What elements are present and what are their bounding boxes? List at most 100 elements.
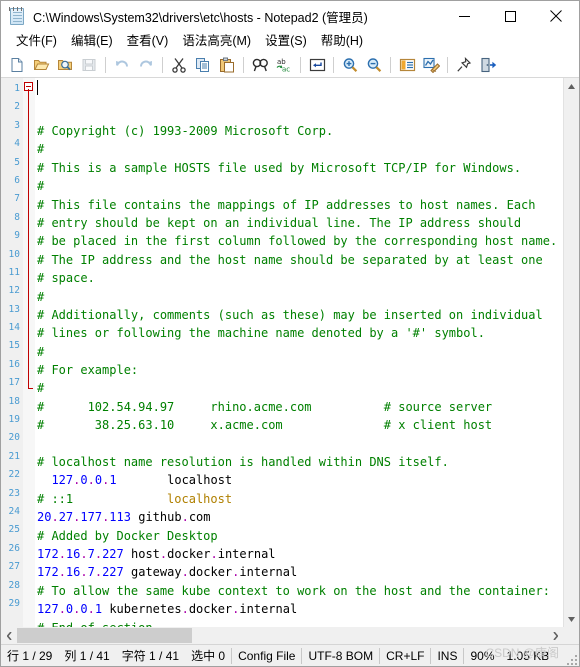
line-number: 3	[14, 119, 20, 131]
code-token-ip: 27	[58, 510, 74, 525]
menu-view[interactable]: 查看(V)	[120, 32, 176, 51]
fold-margin[interactable]	[23, 78, 35, 627]
vertical-scroll-track[interactable]	[564, 94, 579, 611]
code-line[interactable]: # This is a sample HOSTS file used by Mi…	[37, 159, 563, 177]
line-number: 13	[8, 303, 20, 315]
word-wrap-icon[interactable]	[305, 54, 329, 76]
code-line[interactable]: # This file contains the mappings of IP …	[37, 196, 563, 214]
code-token-dot: .	[210, 546, 218, 561]
file-browser-icon[interactable]	[53, 54, 77, 76]
window-controls	[441, 1, 579, 31]
code-line[interactable]: # End of section	[37, 619, 563, 627]
scroll-up-arrow[interactable]	[564, 78, 579, 94]
code-token-ip: 1	[94, 602, 103, 617]
paste-icon[interactable]	[215, 54, 239, 76]
code-line[interactable]: 172.16.7.227 gateway.docker.internal	[37, 563, 563, 581]
code-line[interactable]: #	[37, 343, 563, 361]
code-line[interactable]: 20.27.177.113 github.com	[37, 508, 563, 526]
find-icon[interactable]	[248, 54, 272, 76]
minimize-button[interactable]	[441, 1, 487, 31]
code-token-comment: #	[37, 142, 45, 157]
menu-syntax[interactable]: 语法高亮(M)	[175, 32, 258, 51]
code-line[interactable]: # Additionally, comments (such as these)…	[37, 306, 563, 324]
status-file-type[interactable]: Config File	[232, 646, 301, 666]
line-number: 24	[8, 505, 20, 517]
code-line[interactable]: # For example:	[37, 361, 563, 379]
menu-edit[interactable]: 编辑(E)	[64, 32, 120, 51]
notepad-icon	[9, 6, 26, 25]
code-line[interactable]: #	[37, 288, 563, 306]
menu-help[interactable]: 帮助(H)	[314, 32, 370, 51]
line-number: 17	[8, 377, 20, 389]
code-line[interactable]: 127.0.0.1 localhost	[37, 471, 563, 489]
scrollbar-corner	[563, 627, 579, 644]
resize-grip[interactable]	[567, 654, 577, 665]
code-line[interactable]: 127.0.0.1 kubernetes.docker.internal	[37, 600, 563, 618]
code-text[interactable]: # Copyright (c) 1993-2009 Microsoft Corp…	[35, 78, 563, 627]
code-line[interactable]: # Added by Docker Desktop	[37, 527, 563, 545]
code-line[interactable]: # ::1 localhost	[37, 490, 563, 508]
line-number: 6	[14, 174, 20, 186]
code-token-comment: # Added by Docker Desktop	[37, 528, 218, 543]
status-encoding[interactable]: UTF-8 BOM	[302, 646, 379, 666]
scroll-down-arrow[interactable]	[564, 611, 579, 627]
code-line[interactable]: # entry should be kept on an individual …	[37, 214, 563, 232]
code-line[interactable]: # 102.54.94.97 rhino.acme.com # source s…	[37, 398, 563, 416]
code-token-comment: # be placed in the first column followed…	[37, 234, 558, 249]
zoom-out-icon[interactable]	[362, 54, 386, 76]
horizontal-scroll-thumb[interactable]	[17, 628, 192, 643]
new-file-icon[interactable]	[5, 54, 29, 76]
line-number: 25	[8, 524, 20, 536]
replace-icon[interactable]: ab ac	[272, 54, 296, 76]
code-token-ip: 177	[80, 510, 103, 525]
code-line[interactable]: # 38.25.63.10 x.acme.com # x client host	[37, 416, 563, 434]
copy-icon[interactable]	[191, 54, 215, 76]
line-number: 2	[14, 101, 20, 113]
line-number: 22	[8, 469, 20, 481]
code-line[interactable]: 172.16.7.227 host.docker.internal	[37, 545, 563, 563]
menu-file[interactable]: 文件(F)	[9, 32, 64, 51]
code-line[interactable]: # space.	[37, 269, 563, 287]
scroll-right-arrow[interactable]	[547, 627, 563, 644]
status-line-ending[interactable]: CR+LF	[380, 646, 430, 666]
code-line[interactable]: #	[37, 379, 563, 397]
code-line[interactable]: # localhost name resolution is handled w…	[37, 453, 563, 471]
line-number: 14	[8, 322, 20, 334]
code-line[interactable]: # be placed in the first column followed…	[37, 232, 563, 250]
exit-icon[interactable]	[476, 54, 500, 76]
scroll-left-arrow[interactable]	[1, 627, 17, 644]
open-file-icon[interactable]	[29, 54, 53, 76]
vertical-scrollbar[interactable]	[563, 78, 579, 627]
horizontal-scrollbar[interactable]	[1, 627, 579, 644]
status-selection-info: 选中 0	[191, 649, 226, 663]
code-token-dot: .	[58, 565, 66, 580]
code-token-comment: #	[37, 381, 45, 396]
code-token-ip: 7	[87, 546, 95, 561]
code-line[interactable]: #	[37, 177, 563, 195]
window-title: C:\Windows\System32\drivers\etc\hosts - …	[33, 10, 368, 25]
close-button[interactable]	[533, 1, 579, 31]
scheme-icon[interactable]	[395, 54, 419, 76]
code-line[interactable]: #	[37, 140, 563, 158]
line-number: 12	[8, 285, 20, 297]
status-bar: 行 1 / 29 列 1 / 41 字符 1 / 41 选中 0 Config …	[1, 644, 579, 666]
code-line[interactable]: # The IP address and the host name shoul…	[37, 251, 563, 269]
code-token-identifier: localhost	[167, 491, 233, 506]
menu-settings[interactable]: 设置(S)	[258, 32, 314, 51]
code-line[interactable]: # Copyright (c) 1993-2009 Microsoft Corp…	[37, 122, 563, 140]
toolbar-separator	[105, 56, 106, 73]
line-number: 15	[8, 340, 20, 352]
always-on-top-icon[interactable]	[452, 54, 476, 76]
customize-schemes-icon[interactable]	[419, 54, 443, 76]
editor-area[interactable]: 1 2 3 4 5 6 7 8 9 10 11 12 13 14 15 16 17 18 19 20 21 22 23 24 2…	[1, 78, 579, 627]
status-insert-mode[interactable]: INS	[431, 646, 463, 666]
code-line[interactable]: # To allow the same kube context to work…	[37, 582, 563, 600]
status-zoom[interactable]: 90%	[464, 646, 500, 666]
maximize-button[interactable]	[487, 1, 533, 31]
cut-icon[interactable]	[167, 54, 191, 76]
zoom-in-icon[interactable]	[338, 54, 362, 76]
code-token-hostname: gateway	[131, 565, 182, 580]
horizontal-scroll-track[interactable]	[17, 627, 547, 644]
code-line[interactable]: # lines or following the machine name de…	[37, 324, 563, 342]
code-line[interactable]	[37, 435, 563, 453]
